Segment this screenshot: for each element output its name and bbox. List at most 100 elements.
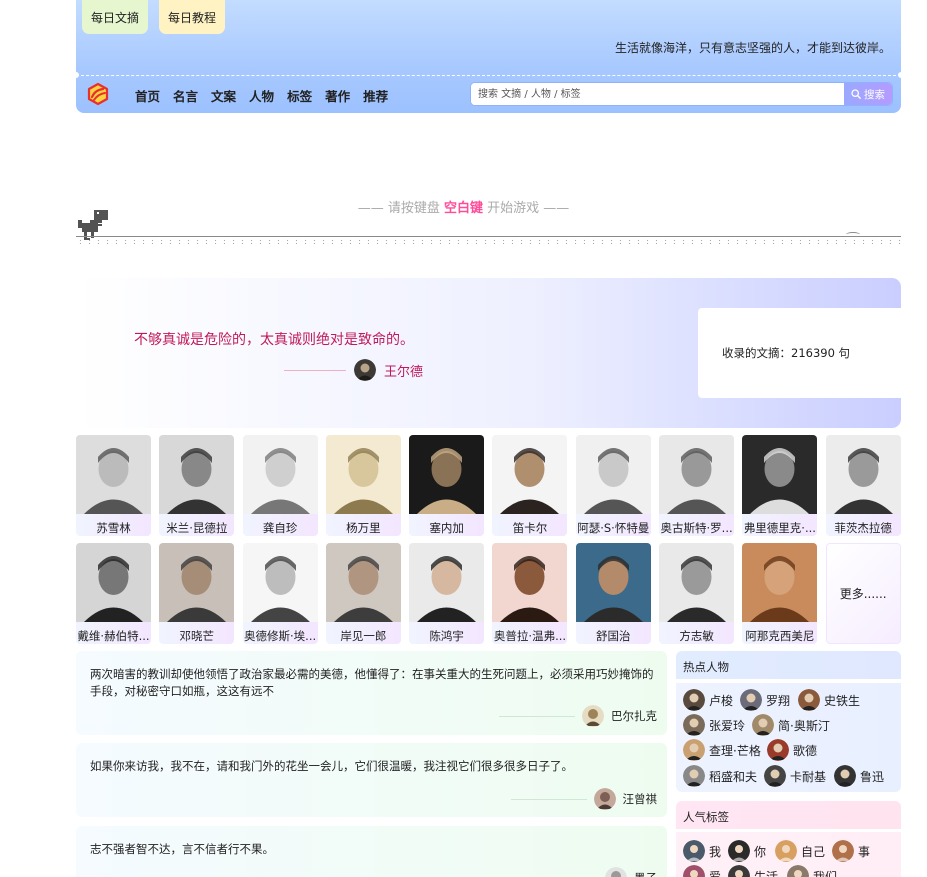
person-card[interactable]: 奥古斯特·罗...	[659, 435, 735, 536]
person-card[interactable]: 奥普拉·温弗...	[492, 543, 568, 644]
quote-author[interactable]: 巴尔扎克	[499, 705, 657, 727]
author-line	[284, 369, 346, 371]
person-avatar	[740, 689, 762, 711]
person-card[interactable]: 阿瑟·S·怀特曼	[575, 435, 651, 536]
person-photo	[659, 543, 735, 622]
more-people-button[interactable]: 更多......	[825, 543, 901, 644]
person-card[interactable]: 龚自珍	[242, 435, 318, 536]
quote-card[interactable]: 如果你来访我，我不在，请和我门外的花坐一会儿，它们很温暖，我注视它们很多很多日子…	[76, 743, 667, 817]
hot-people-title: 热点人物	[676, 651, 901, 679]
person-name: 戴维·赫伯特...	[77, 629, 150, 643]
nav-recommend[interactable]: 推荐	[363, 86, 388, 105]
person-card[interactable]: 米兰·昆德拉	[159, 435, 235, 536]
quote-author[interactable]: 汪曾祺	[510, 788, 657, 810]
nav-tags[interactable]: 标签	[287, 86, 312, 105]
person-photo	[325, 435, 401, 514]
site-logo-icon[interactable]	[86, 82, 110, 106]
hot-person-chip[interactable]: 简·奥斯汀	[752, 714, 830, 736]
person-avatar	[767, 739, 789, 761]
person-card[interactable]: 笛卡尔	[492, 435, 568, 536]
person-card[interactable]: 邓晓芒	[159, 543, 235, 644]
person-photo	[242, 435, 318, 514]
tag-chip[interactable]: 自己	[775, 840, 825, 862]
person-name: 奥德修斯·埃...	[244, 629, 317, 643]
tag-daily-tutorial[interactable]: 每日教程	[159, 0, 226, 34]
person-photo	[409, 435, 485, 514]
author-line	[499, 715, 575, 717]
search-input[interactable]	[471, 83, 844, 105]
tag-chip[interactable]: 你	[728, 840, 766, 862]
person-card[interactable]: 塞内加	[409, 435, 485, 536]
person-card[interactable]: 奥德修斯·埃...	[242, 543, 318, 644]
hot-person-name: 查理·芒格	[709, 743, 761, 758]
tag-chip[interactable]: 爱	[683, 865, 721, 877]
author-avatar	[582, 705, 604, 727]
featured-author[interactable]: 王尔德	[284, 359, 423, 381]
person-avatar	[683, 714, 705, 736]
tag-chip[interactable]: 生活	[728, 865, 778, 877]
hot-person-chip[interactable]: 张爱玲	[683, 714, 745, 736]
tag-avatar	[787, 865, 809, 877]
person-name: 米兰·昆德拉	[166, 521, 228, 535]
person-photo	[76, 543, 151, 622]
tag-daily-digest[interactable]: 每日文摘	[82, 0, 149, 34]
quote-author-name: 墨子	[634, 870, 657, 877]
nav-quotes[interactable]: 名言	[173, 86, 198, 105]
hot-person-chip[interactable]: 查理·芒格	[683, 739, 761, 761]
hot-person-chip[interactable]: 鲁迅	[834, 765, 884, 787]
person-card[interactable]: 弗里德里克·...	[742, 435, 818, 536]
person-card[interactable]: 陈鸿宇	[409, 543, 485, 644]
person-name: 陈鸿宇	[429, 629, 464, 643]
person-card[interactable]: 方志敏	[659, 543, 735, 644]
tag-chip[interactable]: 我	[683, 840, 721, 862]
person-photo	[492, 435, 568, 514]
person-card[interactable]: 岸见一郎	[325, 543, 401, 644]
search-button[interactable]: 搜索	[844, 83, 892, 105]
hot-person-chip[interactable]: 卡耐基	[764, 765, 826, 787]
person-photo	[242, 543, 318, 622]
tag-label: 我们	[813, 869, 838, 877]
hot-person-chip[interactable]: 罗翔	[740, 689, 790, 711]
hot-person-chip[interactable]: 稻盛和夫	[683, 765, 757, 787]
person-photo	[742, 435, 818, 514]
nav-copywriting[interactable]: 文案	[211, 86, 236, 105]
hot-person-chip[interactable]: 卢梭	[683, 689, 733, 711]
header-slogan: 生活就像海洋，只有意志坚强的人，才能到达彼岸。	[614, 41, 891, 55]
author-avatar	[605, 867, 627, 877]
quote-author[interactable]: 墨子	[522, 867, 657, 877]
featured-quote-text[interactable]: 不够真诚是危险的，太真诚则绝对是致命的。	[134, 329, 414, 349]
nav-home[interactable]: 首页	[135, 86, 160, 105]
nav-works[interactable]: 著作	[325, 86, 350, 105]
hot-person-chip[interactable]: 歌德	[767, 739, 817, 761]
tag-avatar	[775, 840, 797, 862]
game-hint: —— 请按键盘 空白键 开始游戏 ——	[0, 197, 927, 216]
tag-chip[interactable]: 我们	[787, 865, 837, 877]
person-card[interactable]: 苏雪林	[76, 435, 151, 536]
person-card[interactable]: 杨万里	[325, 435, 401, 536]
person-name: 笛卡尔	[512, 521, 548, 535]
search-bar: 搜索	[470, 82, 893, 106]
hot-person-name: 简·奥斯汀	[778, 718, 830, 733]
hot-person-chip[interactable]: 史铁生	[798, 689, 860, 711]
person-name: 奥古斯特·罗...	[660, 521, 733, 535]
person-card[interactable]: 菲茨杰拉德	[825, 435, 901, 536]
person-card[interactable]: 戴维·赫伯特...	[76, 543, 151, 644]
tag-chip[interactable]: 事	[832, 840, 870, 862]
person-card[interactable]: 阿那克西美尼	[742, 543, 818, 644]
divider-dot-right	[898, 72, 904, 78]
hot-person-name: 卢梭	[709, 693, 734, 708]
tag-label: 自己	[801, 844, 826, 859]
person-photo	[575, 435, 651, 514]
author-avatar	[354, 359, 376, 381]
quote-card[interactable]: 志不强者智不达，言不信者行不果。 墨子	[76, 826, 667, 877]
person-name: 方志敏	[679, 629, 714, 643]
person-card[interactable]: 舒国治	[575, 543, 651, 644]
quote-text: 志不强者智不达，言不信者行不果。	[90, 842, 274, 856]
person-photo	[742, 543, 818, 622]
person-name: 舒国治	[596, 629, 631, 643]
person-name: 奥普拉·温弗...	[493, 629, 567, 643]
quote-card[interactable]: 两次暗害的教训却使他领悟了政治家最必需的美德，他懂得了：在事关重大的生死问题上，…	[76, 651, 667, 735]
featured-author-name: 王尔德	[384, 364, 424, 380]
author-avatar	[593, 788, 616, 810]
nav-people[interactable]: 人物	[249, 86, 274, 105]
